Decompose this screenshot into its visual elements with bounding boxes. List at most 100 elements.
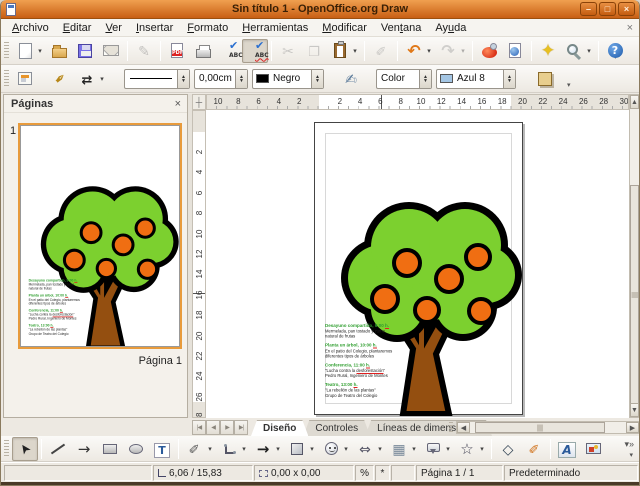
- horizontal-scrollbar[interactable]: ◀ ▶: [456, 421, 640, 434]
- dropdown-arrow-icon[interactable]: [308, 445, 316, 453]
- menu-archivo[interactable]: Archivo: [5, 21, 56, 35]
- toolbar-overflow-icon[interactable]: [629, 451, 633, 459]
- arrow-style-button[interactable]: [74, 67, 108, 91]
- navigator-button[interactable]: [535, 39, 561, 63]
- vertical-scrollbar[interactable]: ▲ ▼: [629, 94, 640, 418]
- minimize-button-icon[interactable]: –: [580, 2, 597, 16]
- menu-ventana[interactable]: Ventana: [374, 21, 428, 35]
- vertical-ruler[interactable]: 246810121416182022242628: [192, 110, 206, 418]
- connector-tool[interactable]: [216, 437, 250, 461]
- menu-formato[interactable]: Formato: [180, 21, 235, 35]
- spin-buttons-icon[interactable]: [503, 70, 515, 88]
- menu-ver[interactable]: Ver: [98, 21, 129, 35]
- menu-ayuda[interactable]: Ayuda: [428, 21, 473, 35]
- menu-modificar[interactable]: Modificar: [315, 21, 374, 35]
- area-dialog-button[interactable]: [338, 67, 364, 91]
- next-page-icon[interactable]: [220, 420, 234, 435]
- close-button-icon[interactable]: ×: [618, 2, 635, 16]
- print-button[interactable]: [190, 39, 216, 63]
- callouts-tool[interactable]: [420, 437, 454, 461]
- toolbar-grip[interactable]: [4, 70, 9, 88]
- fontwork-button[interactable]: [554, 437, 580, 461]
- page-thumbnail[interactable]: Desayuno compartido, 9:00 h.Mermelada, p…: [20, 125, 180, 347]
- curve-tool[interactable]: [182, 437, 216, 461]
- toolbar-overflow-icon[interactable]: [567, 81, 571, 89]
- text-tool[interactable]: [149, 437, 175, 461]
- ellipse-tool[interactable]: [123, 437, 149, 461]
- stars-tool[interactable]: [454, 437, 488, 461]
- zoom-button[interactable]: [561, 39, 595, 63]
- dropdown-arrow-icon[interactable]: [585, 47, 593, 55]
- menu-herramientas[interactable]: Herramientas: [235, 21, 315, 35]
- horizontal-ruler[interactable]: 10864224681012141618202224262830: [206, 94, 629, 110]
- previous-page-icon[interactable]: [206, 420, 220, 435]
- scroll-down-icon[interactable]: ▼: [630, 403, 639, 417]
- paste-button[interactable]: [327, 39, 361, 63]
- dropdown-arrow-icon[interactable]: [478, 445, 486, 453]
- fill-style-combo[interactable]: Color: [376, 69, 432, 89]
- tab-diseno[interactable]: Diseño: [251, 420, 308, 436]
- rectangle-tool[interactable]: [97, 437, 123, 461]
- scroll-up-icon[interactable]: ▲: [630, 95, 639, 109]
- dropdown-arrow-icon[interactable]: [410, 445, 418, 453]
- spellcheck-button[interactable]: [216, 39, 242, 63]
- export-pdf-button[interactable]: [164, 39, 190, 63]
- dropdown-arrow-icon[interactable]: [351, 47, 359, 55]
- title-bar[interactable]: Sin título 1 - OpenOffice.org Draw – □ ×: [1, 0, 639, 19]
- auto-spellcheck-button[interactable]: [242, 39, 268, 63]
- shadow-toggle-button[interactable]: [532, 67, 558, 91]
- symbol-shapes-tool[interactable]: [318, 437, 352, 461]
- dropdown-arrow-icon[interactable]: [206, 445, 214, 453]
- flowchart-tool[interactable]: [386, 437, 420, 461]
- first-page-icon[interactable]: [192, 420, 206, 435]
- basic-shapes-tool[interactable]: [284, 437, 318, 461]
- line-width-input[interactable]: 0,00cm: [194, 69, 248, 89]
- save-button[interactable]: [72, 39, 98, 63]
- maximize-button-icon[interactable]: □: [599, 2, 616, 16]
- help-button[interactable]: [602, 39, 628, 63]
- styles-formatting-button[interactable]: [12, 67, 38, 91]
- glue-points-button[interactable]: [521, 437, 547, 461]
- tab-controles[interactable]: Controles: [303, 420, 370, 436]
- new-document-button[interactable]: [12, 39, 46, 63]
- edit-points-button[interactable]: [495, 437, 521, 461]
- undo-button[interactable]: [401, 39, 435, 63]
- fill-color-combo[interactable]: Azul 8: [436, 69, 516, 89]
- dropdown-arrow-icon[interactable]: [444, 445, 452, 453]
- spin-buttons-icon[interactable]: [419, 70, 431, 88]
- dropdown-arrow-icon[interactable]: [240, 445, 248, 453]
- dropdown-arrow-icon[interactable]: [36, 47, 44, 55]
- block-arrows-tool[interactable]: [352, 437, 386, 461]
- status-style-cell[interactable]: Predeterminado: [504, 465, 638, 481]
- dropdown-arrow-icon[interactable]: [425, 47, 433, 55]
- event-program-text[interactable]: Desayuno compartido, 9:00 h.Mermelada, p…: [29, 278, 87, 338]
- spin-buttons-icon[interactable]: [235, 70, 247, 88]
- spin-buttons-icon[interactable]: [311, 70, 323, 88]
- line-style-combo[interactable]: [124, 69, 190, 89]
- drawing-canvas[interactable]: Desayuno compartido, 9:00 h.Mermelada, p…: [206, 110, 629, 418]
- scroll-left-icon[interactable]: ◀: [457, 422, 470, 433]
- drawing-page[interactable]: Desayuno compartido, 9:00 h.Mermelada, p…: [314, 122, 523, 415]
- select-tool[interactable]: [12, 437, 38, 461]
- dropdown-arrow-icon[interactable]: [98, 75, 106, 83]
- line-dialog-button[interactable]: [48, 67, 74, 91]
- horizontal-scroll-thumb[interactable]: [475, 422, 605, 433]
- last-page-icon[interactable]: [234, 420, 248, 435]
- email-button[interactable]: [98, 39, 124, 63]
- close-document-icon[interactable]: [627, 22, 633, 34]
- menu-editar[interactable]: Editar: [56, 21, 99, 35]
- hyperlink-button[interactable]: [502, 39, 528, 63]
- line-arrow-tool[interactable]: [71, 437, 97, 461]
- status-zoom-cell[interactable]: %: [355, 465, 374, 481]
- panel-close-icon[interactable]: [175, 98, 187, 110]
- dropdown-arrow-icon[interactable]: [376, 445, 384, 453]
- spin-buttons-icon[interactable]: [177, 70, 189, 88]
- menu-insertar[interactable]: Insertar: [129, 21, 180, 35]
- open-button[interactable]: [46, 39, 72, 63]
- dropdown-arrow-icon[interactable]: [459, 47, 467, 55]
- tab-scrollbar-splitter[interactable]: [449, 422, 453, 434]
- lines-arrows-tool[interactable]: [250, 437, 284, 461]
- toolbar-more-icon[interactable]: »: [624, 439, 634, 450]
- line-tool[interactable]: [45, 437, 71, 461]
- event-program-text[interactable]: Desayuno compartido, 9:00 h.Mermelada, p…: [325, 323, 401, 402]
